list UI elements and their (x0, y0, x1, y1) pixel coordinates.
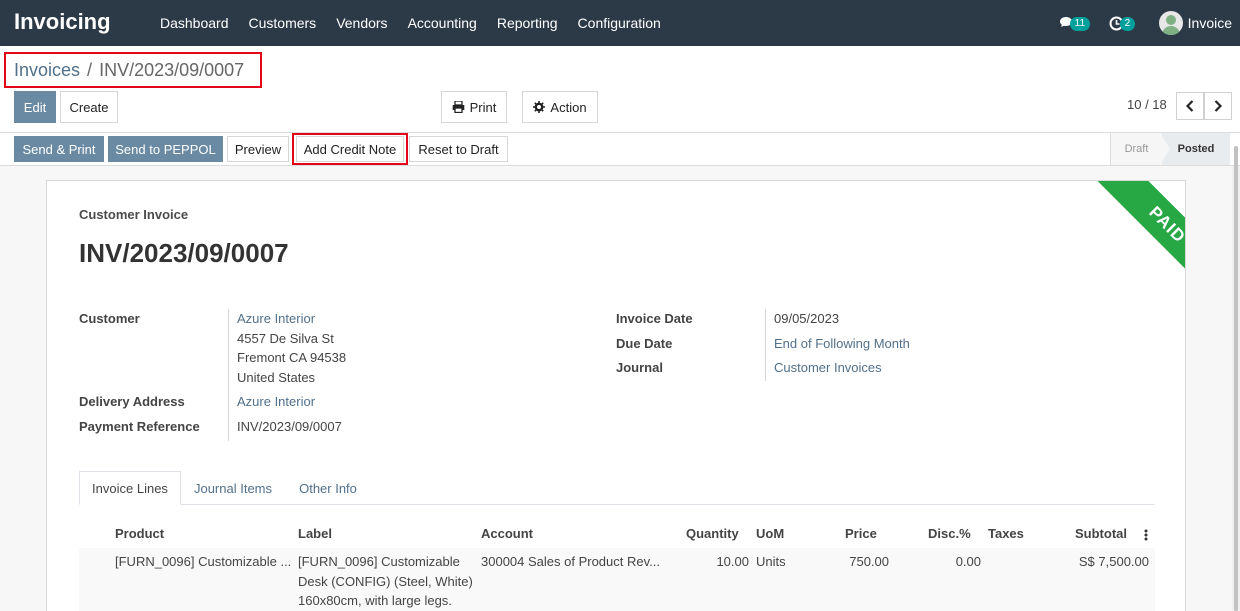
breadcrumb-current: INV/2023/09/0007 (99, 59, 245, 80)
column-label[interactable]: Label (298, 526, 332, 541)
invoice-date-value[interactable]: 09/05/2023 (774, 311, 839, 326)
row-product: [FURN_0096] Customizable ... (115, 554, 292, 569)
menu-dashboard[interactable]: Dashboard (150, 15, 239, 31)
menu-customers[interactable]: Customers (239, 15, 327, 31)
print-icon (452, 101, 464, 113)
row-label: [FURN_0096] Customizable Desk (CONFIG) (… (298, 552, 473, 611)
journal-label: Journal (616, 360, 663, 375)
breadcrumb: Invoices / INV/2023/09/0007 (4, 52, 262, 88)
pager-value[interactable]: 10 / 18 (1127, 97, 1167, 112)
row-subtotal: S$ 7,500.00 (1078, 554, 1149, 569)
row-quantity: 10.00 (716, 554, 749, 569)
field-divider (765, 309, 766, 381)
row-label-line: [FURN_0096] Customizable (298, 554, 460, 569)
breadcrumb-invoices-link[interactable]: Invoices (14, 60, 80, 81)
column-taxes[interactable]: Taxes (988, 526, 1024, 541)
scrollbar-thumb[interactable] (1234, 146, 1238, 611)
customer-street: 4557 De Silva St (237, 331, 334, 346)
delivery-address-link[interactable]: Azure Interior (237, 394, 315, 409)
customer-city: Fremont CA 94538 (237, 350, 347, 365)
activities-button[interactable]: 2 (1109, 12, 1136, 34)
customer-link[interactable]: Azure Interior (237, 311, 315, 326)
document-type: Customer Invoice (79, 207, 189, 222)
row-label-line: 160x80cm, with large legs. (298, 593, 452, 608)
tab-invoice-lines[interactable]: Invoice Lines (79, 471, 181, 505)
column-price[interactable]: Price (845, 526, 877, 541)
paid-ribbon: PAID (1076, 181, 1185, 316)
highlight-box (292, 133, 408, 165)
action-button[interactable]: Action (522, 91, 598, 123)
chevron-left-icon (1186, 100, 1194, 112)
pager-next-button[interactable] (1204, 92, 1232, 120)
avatar (1158, 11, 1183, 35)
row-account: 300004 Sales of Product Rev... (481, 554, 660, 569)
messages-count-badge: 11 (1069, 17, 1091, 31)
tab-other-info[interactable]: Other Info (287, 471, 369, 505)
column-quantity[interactable]: Quantity (686, 526, 739, 541)
main-menu: Dashboard Customers Vendors Accounting R… (150, 0, 671, 46)
optional-columns-icon[interactable] (1144, 529, 1148, 541)
print-label: Print (469, 99, 497, 115)
form-sheet: PAID Customer Invoice INV/2023/09/0007 C… (46, 180, 1186, 611)
pager-previous-button[interactable] (1176, 92, 1204, 120)
activities-count-badge: 2 (1119, 17, 1136, 31)
payment-reference-value[interactable]: INV/2023/09/0007 (237, 419, 342, 434)
stage-draft[interactable]: Draft (1110, 133, 1162, 165)
row-uom: Units (756, 554, 786, 569)
reset-to-draft-button[interactable]: Reset to Draft (409, 136, 508, 162)
edit-button[interactable]: Edit (14, 91, 56, 123)
print-button[interactable]: Print (441, 91, 507, 123)
field-divider (228, 309, 229, 441)
customer-label: Customer (79, 311, 140, 326)
column-uom[interactable]: UoM (756, 526, 784, 541)
row-discount: 0.00 (955, 554, 981, 569)
user-name: Invoice (1187, 15, 1232, 31)
send-to-peppol-button[interactable]: Send to PEPPOL (108, 136, 223, 162)
customer-country: United States (237, 370, 316, 385)
menu-configuration[interactable]: Configuration (568, 15, 671, 31)
menu-accounting[interactable]: Accounting (398, 15, 487, 31)
create-button[interactable]: Create (60, 91, 118, 123)
chevron-right-icon (1214, 100, 1222, 112)
due-date-label: Due Date (616, 336, 673, 351)
column-subtotal[interactable]: Subtotal (1075, 526, 1127, 541)
app-title[interactable]: Invoicing (14, 9, 111, 35)
systray: 11 2 Invoice (1059, 0, 1232, 46)
breadcrumb-separator: / (87, 59, 93, 80)
row-price: 750.00 (849, 554, 889, 569)
invoice-date-label: Invoice Date (616, 311, 693, 326)
column-discount[interactable]: Disc.% (928, 526, 971, 541)
gear-icon (533, 101, 546, 113)
stage-arrow (1160, 133, 1170, 165)
user-menu[interactable]: Invoice (1158, 11, 1232, 35)
messages-button[interactable]: 11 (1059, 12, 1091, 34)
preview-button[interactable]: Preview (227, 136, 289, 162)
menu-vendors[interactable]: Vendors (326, 15, 397, 31)
column-account[interactable]: Account (481, 526, 533, 541)
action-label: Action (550, 99, 587, 115)
journal-link[interactable]: Customer Invoices (774, 360, 882, 375)
top-navbar: Invoicing Dashboard Customers Vendors Ac… (0, 0, 1240, 46)
delivery-address-label: Delivery Address (79, 394, 185, 409)
stage-posted: Posted (1162, 133, 1230, 165)
menu-reporting[interactable]: Reporting (487, 15, 568, 31)
due-date-value[interactable]: End of Following Month (774, 336, 910, 351)
send-print-button[interactable]: Send & Print (14, 136, 104, 162)
invoice-number: INV/2023/09/0007 (79, 238, 289, 268)
notebook-tabs: Invoice Lines Journal Items Other Info (79, 471, 1155, 505)
payment-reference-label: Payment Reference (79, 419, 200, 434)
tab-journal-items[interactable]: Journal Items (183, 471, 283, 505)
column-product[interactable]: Product (115, 526, 164, 541)
row-label-line: Desk (CONFIG) (Steel, White) (298, 573, 473, 589)
